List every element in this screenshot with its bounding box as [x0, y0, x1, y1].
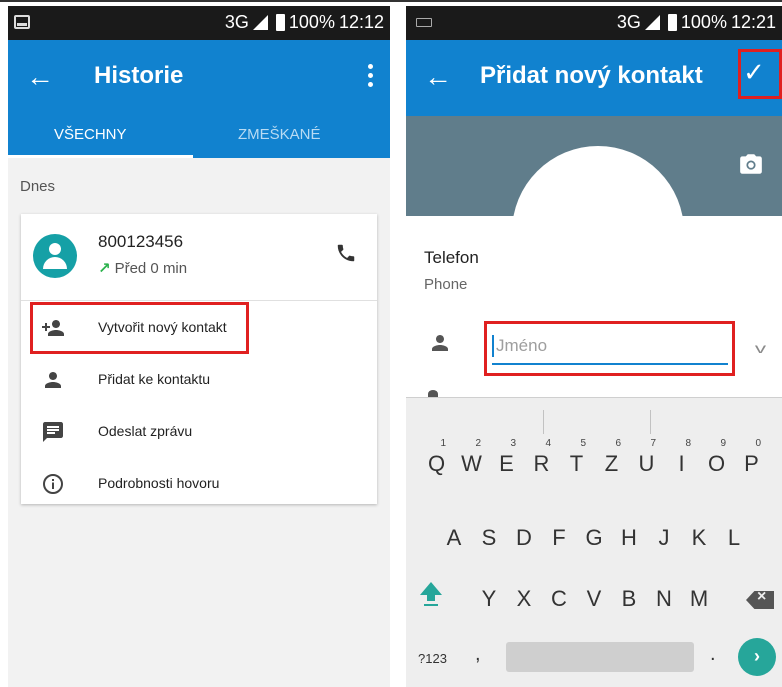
section-header-today: Dnes	[20, 178, 56, 195]
call-time: ↗ Před 0 min	[98, 259, 187, 277]
key-l[interactable]: L	[717, 518, 752, 558]
key-r[interactable]: R4	[524, 438, 559, 484]
tab-missed[interactable]: ZMEŠKANÉ	[238, 126, 321, 143]
key-t[interactable]: T5	[559, 438, 594, 484]
key-v[interactable]: V	[577, 579, 612, 619]
send-message-label: Odeslat zprávu	[98, 423, 193, 439]
screenshot-notification-icon	[14, 15, 30, 29]
add-to-contact-label: Přidat ke kontaktu	[98, 371, 211, 387]
suggestion-divider	[543, 410, 544, 434]
key-e[interactable]: E3	[489, 438, 524, 484]
enter-next-icon[interactable]: ›	[738, 638, 776, 676]
battery-level: 100%	[288, 12, 335, 32]
call-number: 800123456	[98, 232, 184, 251]
back-arrow-icon[interactable]: ←	[26, 60, 54, 94]
message-icon	[43, 422, 63, 442]
keyboard-row-3: Y X C V B N M	[406, 579, 782, 619]
card-divider	[21, 300, 377, 301]
battery-icon	[667, 14, 677, 31]
key-i[interactable]: I8	[664, 438, 699, 484]
call-details-action[interactable]: Podrobnosti hovoru	[21, 458, 377, 510]
keyboard-row-1: Q1 W2 E3 R4 T5 Z6 U7 I8 O9 P0	[406, 438, 782, 484]
highlight-save-check	[738, 49, 782, 99]
key-g[interactable]: G	[577, 518, 612, 558]
send-message-action[interactable]: Odeslat zprávu	[21, 406, 377, 458]
active-tab-indicator	[8, 155, 193, 158]
key-w[interactable]: W2	[454, 438, 489, 484]
keyboard-row-2: A S D F G H J K L	[406, 518, 782, 558]
call-details-label: Podrobnosti hovoru	[98, 475, 220, 491]
period-key[interactable]: .	[710, 643, 716, 666]
key-s[interactable]: S	[472, 518, 507, 558]
status-bar: 3G 100% 12:12	[8, 6, 390, 40]
clock: 12:21	[730, 12, 776, 32]
key-b[interactable]: B	[612, 579, 647, 619]
phone-field-label: Telefon	[424, 248, 479, 267]
comma-key[interactable]: ,	[475, 643, 481, 666]
key-h[interactable]: H	[612, 518, 647, 558]
status-bar: 3G 100% 12:21	[406, 6, 782, 40]
key-u[interactable]: U7	[629, 438, 664, 484]
page-title: Historie	[94, 62, 184, 89]
key-j[interactable]: J	[647, 518, 682, 558]
key-f[interactable]: F	[542, 518, 577, 558]
suggestion-divider	[650, 410, 651, 434]
clock: 12:12	[338, 12, 384, 32]
tab-all[interactable]: VŠECHNY	[54, 126, 127, 143]
battery-level: 100%	[680, 12, 727, 32]
contact-photo-area[interactable]	[406, 116, 782, 216]
highlight-name-field	[484, 321, 735, 376]
outgoing-call-icon: ↗	[98, 260, 111, 277]
spacebar[interactable]	[506, 642, 694, 672]
signal-icon	[644, 15, 660, 30]
status-indicators: 3G 100% 12:12	[225, 12, 384, 33]
person-icon	[432, 335, 448, 351]
camera-icon[interactable]	[738, 152, 764, 176]
key-n[interactable]: N	[647, 579, 682, 619]
app-bar: ← Historie	[8, 40, 390, 116]
key-m[interactable]: M	[682, 579, 717, 619]
call-time-label: Před 0 min	[114, 260, 188, 277]
network-type: 3G	[224, 12, 249, 32]
add-to-contact-action[interactable]: Přidat ke kontaktu	[21, 354, 377, 406]
chevron-down-icon[interactable]: v	[755, 340, 766, 356]
info-icon	[43, 474, 63, 494]
call-log-card: 800123456 ↗ Před 0 min Vytvořit nový kont…	[21, 214, 377, 504]
key-x[interactable]: X	[507, 579, 542, 619]
top-border	[0, 0, 782, 4]
page-title: Přidat nový kontakt	[480, 62, 703, 89]
key-z[interactable]: Z6	[594, 438, 629, 484]
on-screen-keyboard: Q1 W2 E3 R4 T5 Z6 U7 I8 O9 P0 A S D F G …	[406, 397, 782, 687]
network-type: 3G	[616, 12, 641, 32]
overflow-menu-icon[interactable]	[368, 64, 374, 90]
symbols-key[interactable]: ?123	[418, 651, 447, 666]
key-k[interactable]: K	[682, 518, 717, 558]
key-y[interactable]: Y	[472, 579, 507, 619]
contact-avatar[interactable]	[33, 234, 77, 278]
phone-icon[interactable]	[335, 242, 357, 264]
person-icon	[45, 372, 61, 388]
tab-bar: VŠECHNY ZMEŠKANÉ	[8, 116, 390, 158]
status-indicators: 3G 100% 12:21	[617, 12, 776, 33]
suggestion-strip	[406, 398, 782, 440]
key-q[interactable]: Q1	[419, 438, 454, 484]
back-arrow-icon[interactable]: ←	[424, 60, 452, 94]
add-contact-screen: 3G 100% 12:21 ← Přidat nový kontakt ✓ Te…	[406, 6, 782, 687]
signal-icon	[252, 15, 268, 30]
keyboard-notification-icon	[416, 18, 432, 27]
contact-silhouette	[512, 146, 684, 216]
key-c[interactable]: C	[542, 579, 577, 619]
call-history-screen: 3G 100% 12:12 ← Historie VŠECHNY ZMEŠKAN…	[8, 6, 390, 687]
battery-icon	[275, 14, 285, 31]
highlight-create-contact	[30, 302, 249, 354]
key-d[interactable]: D	[507, 518, 542, 558]
phone-field-sublabel: Phone	[424, 276, 468, 293]
key-a[interactable]: A	[437, 518, 472, 558]
key-o[interactable]: O9	[699, 438, 734, 484]
key-p[interactable]: P0	[734, 438, 769, 484]
app-bar: ← Přidat nový kontakt ✓	[406, 40, 782, 116]
